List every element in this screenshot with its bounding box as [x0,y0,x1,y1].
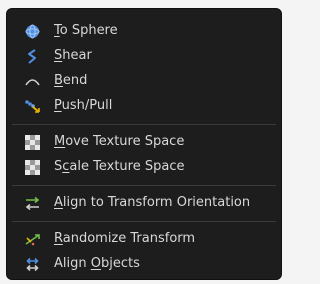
menu-item-label: Randomize Transform [54,231,196,246]
menu-item-align-to-transform-orientation[interactable]: Align to Transform Orientation [7,191,281,216]
transform-menu: To Sphere Shear Bend Push/Pull Move Text… [6,8,282,280]
menu-group-deform: To Sphere Shear Bend Push/Pull [7,9,281,124]
align-objects-icon [24,256,41,273]
menu-item-label: Move Texture Space [54,134,185,149]
menu-item-scale-texture-space[interactable]: Scale Texture Space [7,155,281,180]
menu-item-to-sphere[interactable]: To Sphere [7,19,281,44]
align-orientation-icon [24,195,41,212]
menu-item-label: Push/Pull [54,98,113,113]
push-pull-icon [24,98,41,115]
sphere-icon [24,23,41,40]
menu-group-objects: Randomize Transform Align Objects [7,222,281,279]
menu-item-align-objects[interactable]: Align Objects [7,252,281,277]
randomize-icon [24,231,41,248]
menu-item-shear[interactable]: Shear [7,44,281,69]
shear-icon [24,48,41,65]
checker-texture-icon [24,159,41,176]
menu-item-bend[interactable]: Bend [7,69,281,94]
menu-item-label: Bend [54,73,88,88]
bend-icon [24,73,41,90]
menu-group-texture-space: Move Texture Space Scale Texture Space [7,125,281,185]
menu-group-align-orientation: Align to Transform Orientation [7,186,281,221]
menu-item-randomize-transform[interactable]: Randomize Transform [7,227,281,252]
menu-item-move-texture-space[interactable]: Move Texture Space [7,130,281,155]
menu-item-label: To Sphere [54,23,118,38]
menu-item-label: Shear [54,48,92,63]
menu-item-label: Align Objects [54,256,140,271]
checker-texture-icon [24,134,41,151]
menu-item-label: Scale Texture Space [54,159,185,174]
menu-item-label: Align to Transform Orientation [54,195,251,210]
menu-item-push-pull[interactable]: Push/Pull [7,94,281,119]
